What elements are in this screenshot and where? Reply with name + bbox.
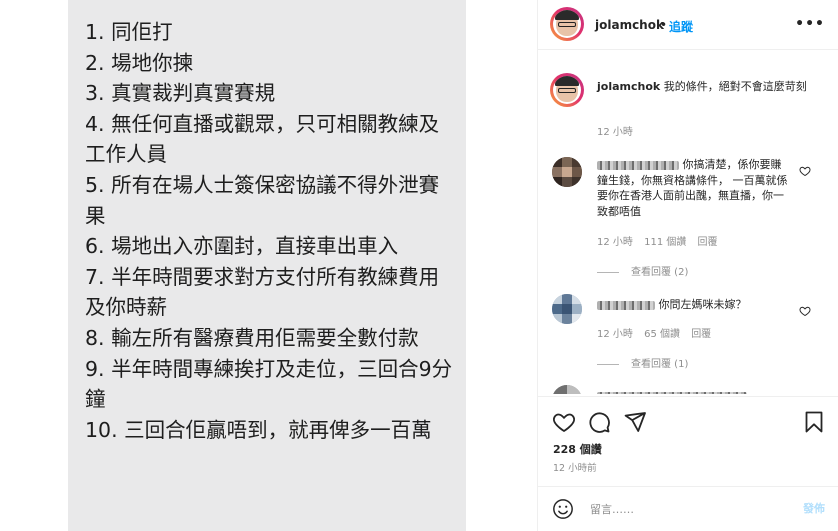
send-icon[interactable]: [623, 410, 647, 434]
comment-text: 你問左媽咪未嫁？: [597, 297, 797, 313]
avatar[interactable]: [552, 385, 582, 394]
comments-panel: jolamchok • 追蹤 ••• jolamchok 我的條件，絕對不會這麼…: [537, 0, 838, 531]
post-actions: 228 個讚 12 小時前: [538, 396, 838, 486]
comment-input[interactable]: [590, 500, 770, 518]
caption-body: 我的條件，絕對不會這麼苛刻: [663, 80, 807, 93]
comment-meta: 12 小時 65 個讚 回覆: [597, 325, 719, 340]
rule-item: 4. 無任何直播或觀眾，只可相關教練及工作人員: [85, 111, 440, 167]
post-comment-button[interactable]: 發佈: [803, 500, 825, 516]
add-comment-bar: 發佈: [538, 486, 838, 531]
separator-dot: •: [660, 18, 668, 32]
avatar[interactable]: [550, 7, 584, 41]
rule-item: 5. 所有在場人士簽保密協議不得外泄賽果: [85, 172, 440, 228]
comment-username[interactable]: [597, 300, 655, 310]
view-replies-button[interactable]: 查看回覆 (1): [597, 355, 688, 370]
header-username[interactable]: jolamchok: [595, 18, 664, 32]
comment-heart-icon[interactable]: [799, 305, 811, 317]
comment-time: 12 小時: [597, 329, 633, 340]
rule-item: 10. 三回合佢贏唔到，就再俾多一百萬: [85, 417, 432, 442]
rule-item: 7. 半年時間要求對方支付所有教練費用及你時薪: [85, 264, 440, 320]
comment-text: 你搞清楚，係你要賺鐘生錢，你無資格講條件， 一百萬就係要你在香港人面前出醜，無直…: [597, 157, 792, 219]
view-replies-label: 查看回覆 (1): [631, 359, 689, 370]
caption-meta: 12 小時: [597, 123, 641, 138]
avatar[interactable]: [552, 157, 582, 187]
rule-item: 3. 真實裁判真實賽規: [85, 81, 276, 106]
caption-text: jolamchok 我的條件，絕對不會這麼苛刻: [597, 79, 812, 95]
post-header: jolamchok • 追蹤 •••: [538, 0, 838, 50]
avatar[interactable]: [552, 294, 582, 324]
rule-item: 9. 半年時間專練挨打及走位，三回合9分鐘: [85, 356, 453, 412]
rule-item: 6. 場地出入亦圍封，直接車出車入: [85, 234, 399, 259]
avatar[interactable]: [550, 73, 584, 107]
emoji-icon[interactable]: [552, 498, 574, 520]
reply-button[interactable]: 回覆: [698, 237, 718, 248]
more-horizontal-icon[interactable]: •••: [795, 16, 825, 32]
caption-time: 12 小時: [597, 127, 633, 138]
view-replies-label: 查看回覆 (2): [631, 267, 689, 278]
view-replies-button[interactable]: 查看回覆 (2): [597, 263, 688, 278]
rule-item: 1. 同佢打: [85, 20, 173, 44]
comment-likes[interactable]: 111 個讚: [644, 237, 686, 248]
instagram-post-view: 1. 同佢打 2. 場地你揀 3. 真實裁判真實賽規 4. 無任何直播或觀眾，只…: [0, 0, 838, 531]
comment-username[interactable]: [597, 391, 747, 394]
comment-likes[interactable]: 65 個讚: [644, 329, 680, 340]
comment-body: 你問左媽咪未嫁？: [658, 298, 747, 311]
posted-time: 12 小時前: [553, 463, 597, 474]
caption-username[interactable]: jolamchok: [597, 80, 660, 93]
bookmark-icon[interactable]: [802, 410, 826, 434]
reply-button[interactable]: 回覆: [691, 329, 711, 340]
comment-heart-icon[interactable]: [799, 165, 811, 177]
follow-button[interactable]: 追蹤: [669, 18, 693, 35]
comment-meta: 12 小時 111 個讚 回覆: [597, 233, 726, 248]
rule-item: 2. 場地你揀: [85, 50, 194, 75]
post-comment-label: 發佈: [803, 502, 825, 515]
comment-icon[interactable]: [587, 410, 611, 434]
comment-time: 12 小時: [597, 237, 633, 248]
likes-count[interactable]: 228 個讚: [553, 441, 602, 457]
comments-list: jolamchok 我的條件，絕對不會這麼苛刻 12 小時 你搞清楚，係你要賺鐘…: [538, 51, 838, 394]
comment-username[interactable]: [597, 160, 679, 170]
rule-item: 8. 輸左所有醫療費用佢需要全數付款: [85, 325, 419, 350]
comment-text: [597, 388, 797, 394]
rules-list: 1. 同佢打 2. 場地你揀 3. 真實裁判真實賽規 4. 無任何直播或觀眾，只…: [85, 17, 457, 445]
post-image: 1. 同佢打 2. 場地你揀 3. 真實裁判真實賽規 4. 無任何直播或觀眾，只…: [68, 0, 466, 531]
heart-icon[interactable]: [552, 410, 576, 434]
